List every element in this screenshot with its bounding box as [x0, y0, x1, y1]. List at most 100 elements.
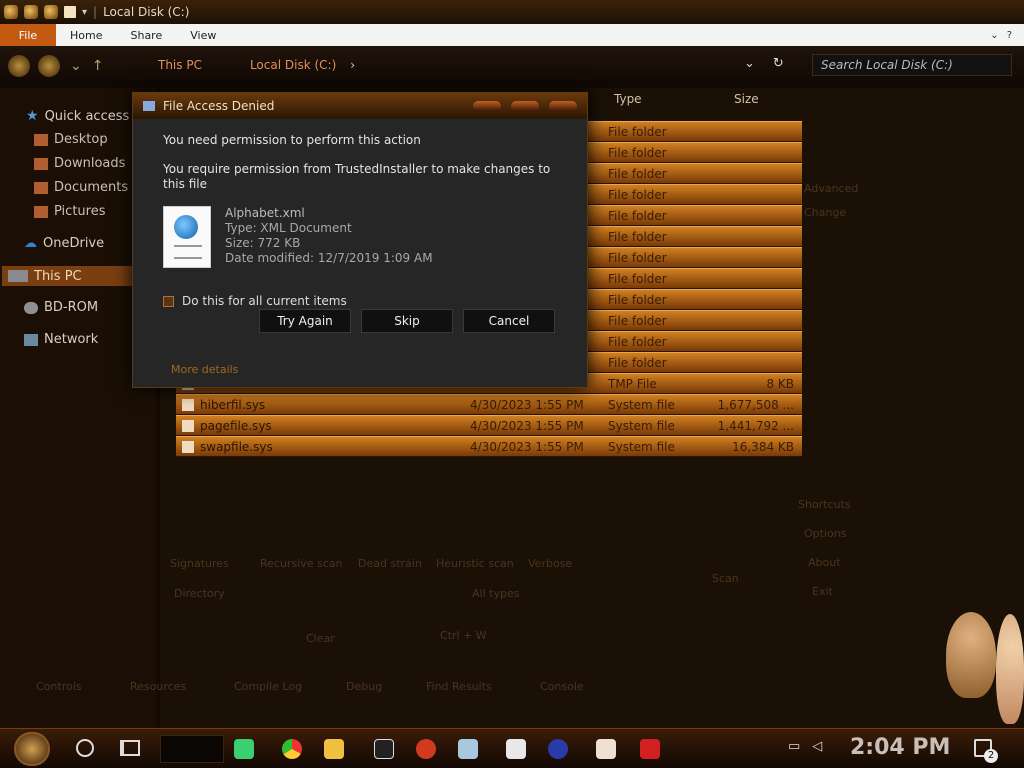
window-titlebar: ▾ | Local Disk (C:) [0, 0, 1024, 24]
close-button[interactable] [549, 101, 577, 111]
sidebar-item-label: BD-ROM [44, 300, 99, 315]
search-input[interactable]: Search Local Disk (C:) [812, 54, 1012, 76]
tab-share[interactable]: Share [116, 29, 176, 42]
maximize-button[interactable] [511, 101, 539, 111]
crumb-chevron-icon[interactable]: › [350, 58, 355, 72]
sidebar-item-network[interactable]: Network [24, 332, 98, 347]
help-icon[interactable]: ? [1007, 30, 1012, 41]
column-header-type[interactable]: Type [614, 92, 642, 110]
tab-file[interactable]: File [0, 24, 56, 46]
skip-button[interactable]: Skip [361, 309, 453, 333]
volume-icon[interactable]: ◁ [812, 739, 822, 754]
notes-app-icon[interactable] [234, 739, 254, 759]
ghost-ctrlw: Ctrl + W [440, 629, 487, 642]
sidebar-item-onedrive[interactable]: ☁ OneDrive [24, 236, 104, 251]
file-access-denied-dialog: File Access Denied You need permission t… [132, 92, 588, 388]
up-arrow-icon[interactable]: ↑ [92, 58, 104, 74]
try-again-button[interactable]: Try Again [259, 309, 351, 333]
address-controls: ⌄ ↻ [744, 56, 784, 71]
cancel-button[interactable]: Cancel [463, 309, 555, 333]
table-row[interactable]: hiberfil.sys 4/30/2023 1:55 PM System file… [176, 394, 802, 415]
dialog-message: You require permission from TrustedInsta… [163, 162, 551, 191]
back-button[interactable] [8, 55, 30, 77]
unity-icon[interactable] [374, 739, 394, 759]
breadcrumb[interactable]: This PC Local Disk (C:) › [108, 54, 768, 76]
file-info: Alphabet.xml Type: XML Document Size: 77… [163, 206, 563, 268]
chevron-down-icon[interactable]: ⌄ [990, 30, 998, 41]
globe-icon [174, 215, 198, 239]
file-icon [182, 419, 194, 432]
file-name: pagefile.sys [176, 419, 470, 433]
dev-cpp-icon[interactable] [640, 739, 660, 759]
refresh-icon[interactable]: ↻ [773, 56, 784, 71]
xml-document-icon [163, 206, 211, 268]
sidebar-item-pictures[interactable]: Pictures [34, 204, 105, 219]
sidebar-item-documents[interactable]: Documents [34, 180, 128, 195]
hex-editor-icon[interactable] [596, 739, 616, 759]
titlebar-separator: | [93, 5, 98, 19]
table-row[interactable]: pagefile.sys 4/30/2023 1:55 PM System file… [176, 415, 802, 436]
tab-home[interactable]: Home [56, 29, 116, 42]
file-size: 1,677,508 ... [717, 397, 794, 412]
file-name: Alphabet.xml [225, 206, 305, 220]
chrome-icon[interactable] [282, 739, 302, 759]
forward-button[interactable] [38, 55, 60, 77]
magnifier-icon[interactable] [44, 5, 58, 19]
virtualbox-icon[interactable] [548, 739, 568, 759]
folder-icon [34, 181, 48, 194]
ghost-recursive: Recursive scan [260, 557, 343, 570]
table-row[interactable]: swapfile.sys 4/30/2023 1:55 PM System file… [176, 436, 802, 457]
checkbox-box[interactable] [163, 295, 174, 307]
cube-app-icon[interactable] [506, 739, 526, 759]
file-type: File folder [608, 271, 667, 286]
file-date: 4/30/2023 1:55 PM [470, 397, 584, 412]
start-button[interactable] [14, 732, 50, 766]
ghost-change: Change [804, 206, 847, 219]
sidebar-item-desktop[interactable]: Desktop [34, 132, 108, 147]
ghost-clear: Clear [306, 632, 335, 645]
system-tray: ▭ ◁ [788, 739, 822, 754]
file-type: File folder [608, 166, 667, 181]
network-icon[interactable]: ▭ [788, 739, 800, 754]
ghost-alltypes: All types [472, 587, 520, 600]
recent-locations-icon[interactable]: ⌄ [70, 58, 82, 74]
notification-count: 2 [984, 749, 998, 763]
file-explorer-icon[interactable] [324, 739, 344, 759]
address-dropdown-icon[interactable]: ⌄ [744, 56, 755, 71]
more-details-link[interactable]: More details [171, 363, 238, 376]
hamster-sticker [946, 612, 996, 698]
sidebar-item-label: Documents [54, 180, 129, 195]
window-title: Local Disk (C:) [103, 5, 190, 19]
sidebar-item-bd-rom[interactable]: BD-ROM [24, 300, 98, 315]
sidebar-item-label: OneDrive [43, 236, 105, 251]
gear-icon[interactable] [24, 5, 38, 19]
file-name-text: pagefile.sys [200, 418, 272, 433]
red-app-icon[interactable] [416, 739, 436, 759]
apply-all-checkbox[interactable]: Do this for all current items [163, 294, 563, 308]
task-view-icon[interactable] [120, 740, 140, 756]
ghost-advanced: Advanced [804, 182, 859, 195]
ghost-compile-log: Compile Log [234, 680, 303, 693]
sidebar-item-label: Desktop [54, 132, 108, 147]
search-icon[interactable] [76, 739, 94, 757]
minimize-button[interactable] [473, 101, 501, 111]
sidebar-item-quick-access[interactable]: ★ Quick access [26, 108, 129, 124]
sidebar-item-downloads[interactable]: Downloads [34, 156, 125, 171]
ghost-deadstrain: Dead strain [358, 557, 422, 570]
sidebar-item-label: Downloads [54, 156, 126, 171]
taskbar: ▭ ◁ 2:04 PM 2 [0, 728, 1024, 768]
file-name: swapfile.sys [176, 440, 470, 454]
dialog-titlebar: File Access Denied [133, 93, 587, 119]
file-type: File folder [608, 250, 667, 265]
tab-view[interactable]: View [176, 29, 230, 42]
file-type: File folder [608, 229, 667, 244]
sidebar-item-this-pc[interactable]: This PC [2, 266, 150, 286]
new-folder-icon[interactable] [64, 6, 76, 18]
crumb-this-pc[interactable]: This PC [158, 58, 202, 72]
blue-app-icon[interactable] [458, 739, 478, 759]
crumb-local-disk[interactable]: Local Disk (C:) [250, 58, 336, 72]
taskbar-clock[interactable]: 2:04 PM [850, 735, 950, 760]
chevron-down-icon[interactable]: ▾ [82, 7, 87, 18]
file-type: Type: XML Document [225, 221, 352, 235]
column-header-size[interactable]: Size [734, 92, 759, 110]
